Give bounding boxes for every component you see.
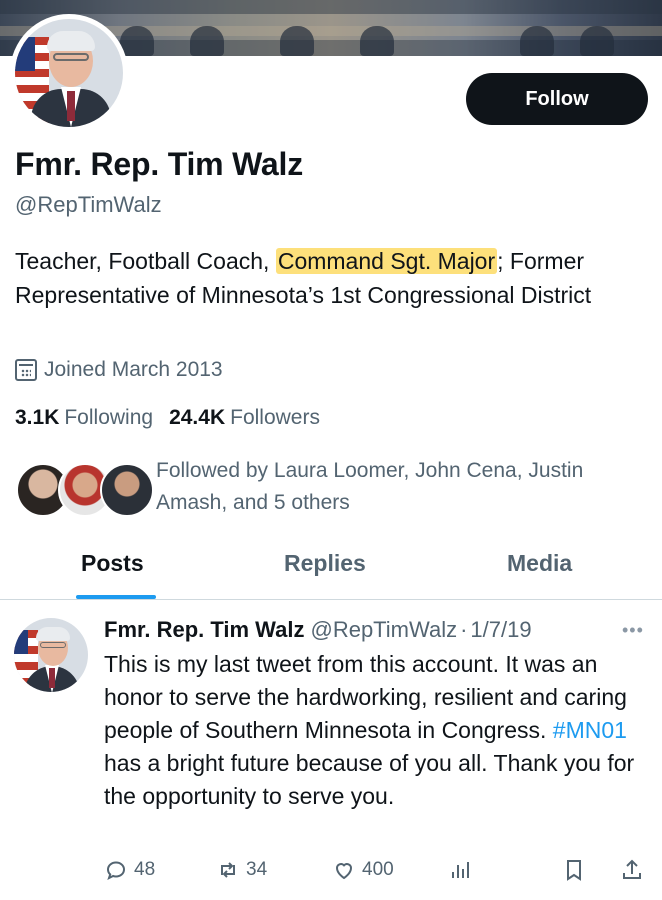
profile-avatar[interactable] — [10, 14, 128, 132]
hashtag-link[interactable]: #MN01 — [553, 717, 627, 743]
bookmark-icon — [567, 860, 581, 881]
like-count: 400 — [362, 859, 394, 880]
views-button[interactable] — [448, 858, 478, 882]
profile-name: Fmr. Rep. Tim Walz — [15, 146, 304, 182]
following-count: 3.1K — [15, 406, 60, 429]
retweet-count: 34 — [246, 859, 268, 880]
profile-handle: @RepTimWalz — [15, 192, 162, 217]
views-icon — [452, 862, 469, 878]
retweet-button[interactable]: 34 — [216, 858, 267, 882]
joined-label: Joined March 2013 — [44, 358, 223, 381]
avatar — [100, 463, 154, 517]
following-link[interactable]: 3.1K Following — [15, 406, 153, 430]
followed-by-avatars[interactable] — [16, 463, 154, 517]
reply-count: 48 — [134, 859, 156, 880]
followers-link[interactable]: 24.4K Followers — [169, 406, 320, 430]
tweet-text: This is my last tweet from this account.… — [104, 648, 654, 813]
tweet-actions: 48 34 400 — [104, 858, 652, 890]
tweet-author-name[interactable]: Fmr. Rep. Tim Walz — [104, 617, 304, 643]
share-button[interactable] — [620, 858, 650, 882]
tab-posts[interactable]: Posts — [81, 550, 144, 577]
bio-highlight: Command Sgt. Major — [275, 248, 498, 274]
active-tab-indicator — [76, 595, 156, 599]
tab-replies[interactable]: Replies — [284, 550, 366, 577]
profile-bio: Teacher, Football Coach, Command Sgt. Ma… — [15, 244, 647, 312]
bio-text: Teacher, Football Coach, — [15, 248, 276, 274]
tweet-header: Fmr. Rep. Tim Walz @RepTimWalz · 1/7/19 — [104, 617, 532, 643]
tweet-text-part: has a bright future because of you all. … — [104, 750, 635, 809]
reply-button[interactable]: 48 — [104, 858, 155, 882]
tweet-avatar[interactable] — [14, 618, 88, 692]
follow-button[interactable]: Follow — [466, 73, 648, 125]
more-icon[interactable]: ••• — [622, 620, 644, 641]
calendar-icon — [15, 359, 37, 381]
tweet-author-handle[interactable]: @RepTimWalz — [310, 617, 457, 643]
followers-count: 24.4K — [169, 406, 226, 429]
reply-icon — [106, 861, 126, 880]
profile-tabs: Posts Replies Media — [0, 540, 662, 600]
tweet-date[interactable]: 1/7/19 — [470, 617, 531, 643]
follow-stats: 3.1K Following 24.4K Followers — [15, 406, 336, 430]
followed-by-link[interactable]: Followed by Laura Loomer, John Cena, Jus… — [156, 455, 636, 519]
bookmark-button[interactable] — [562, 858, 592, 882]
separator-dot: · — [460, 617, 468, 642]
following-label: Following — [64, 406, 154, 429]
heart-icon — [335, 863, 353, 880]
tweet-text-part: This is my last tweet from this account.… — [104, 651, 627, 743]
like-button[interactable]: 400 — [332, 858, 394, 882]
retweet-icon — [221, 862, 235, 878]
followers-label: Followers — [230, 406, 320, 429]
tab-media[interactable]: Media — [507, 550, 572, 577]
joined-date: Joined March 2013 — [15, 358, 223, 382]
share-icon — [623, 859, 641, 879]
